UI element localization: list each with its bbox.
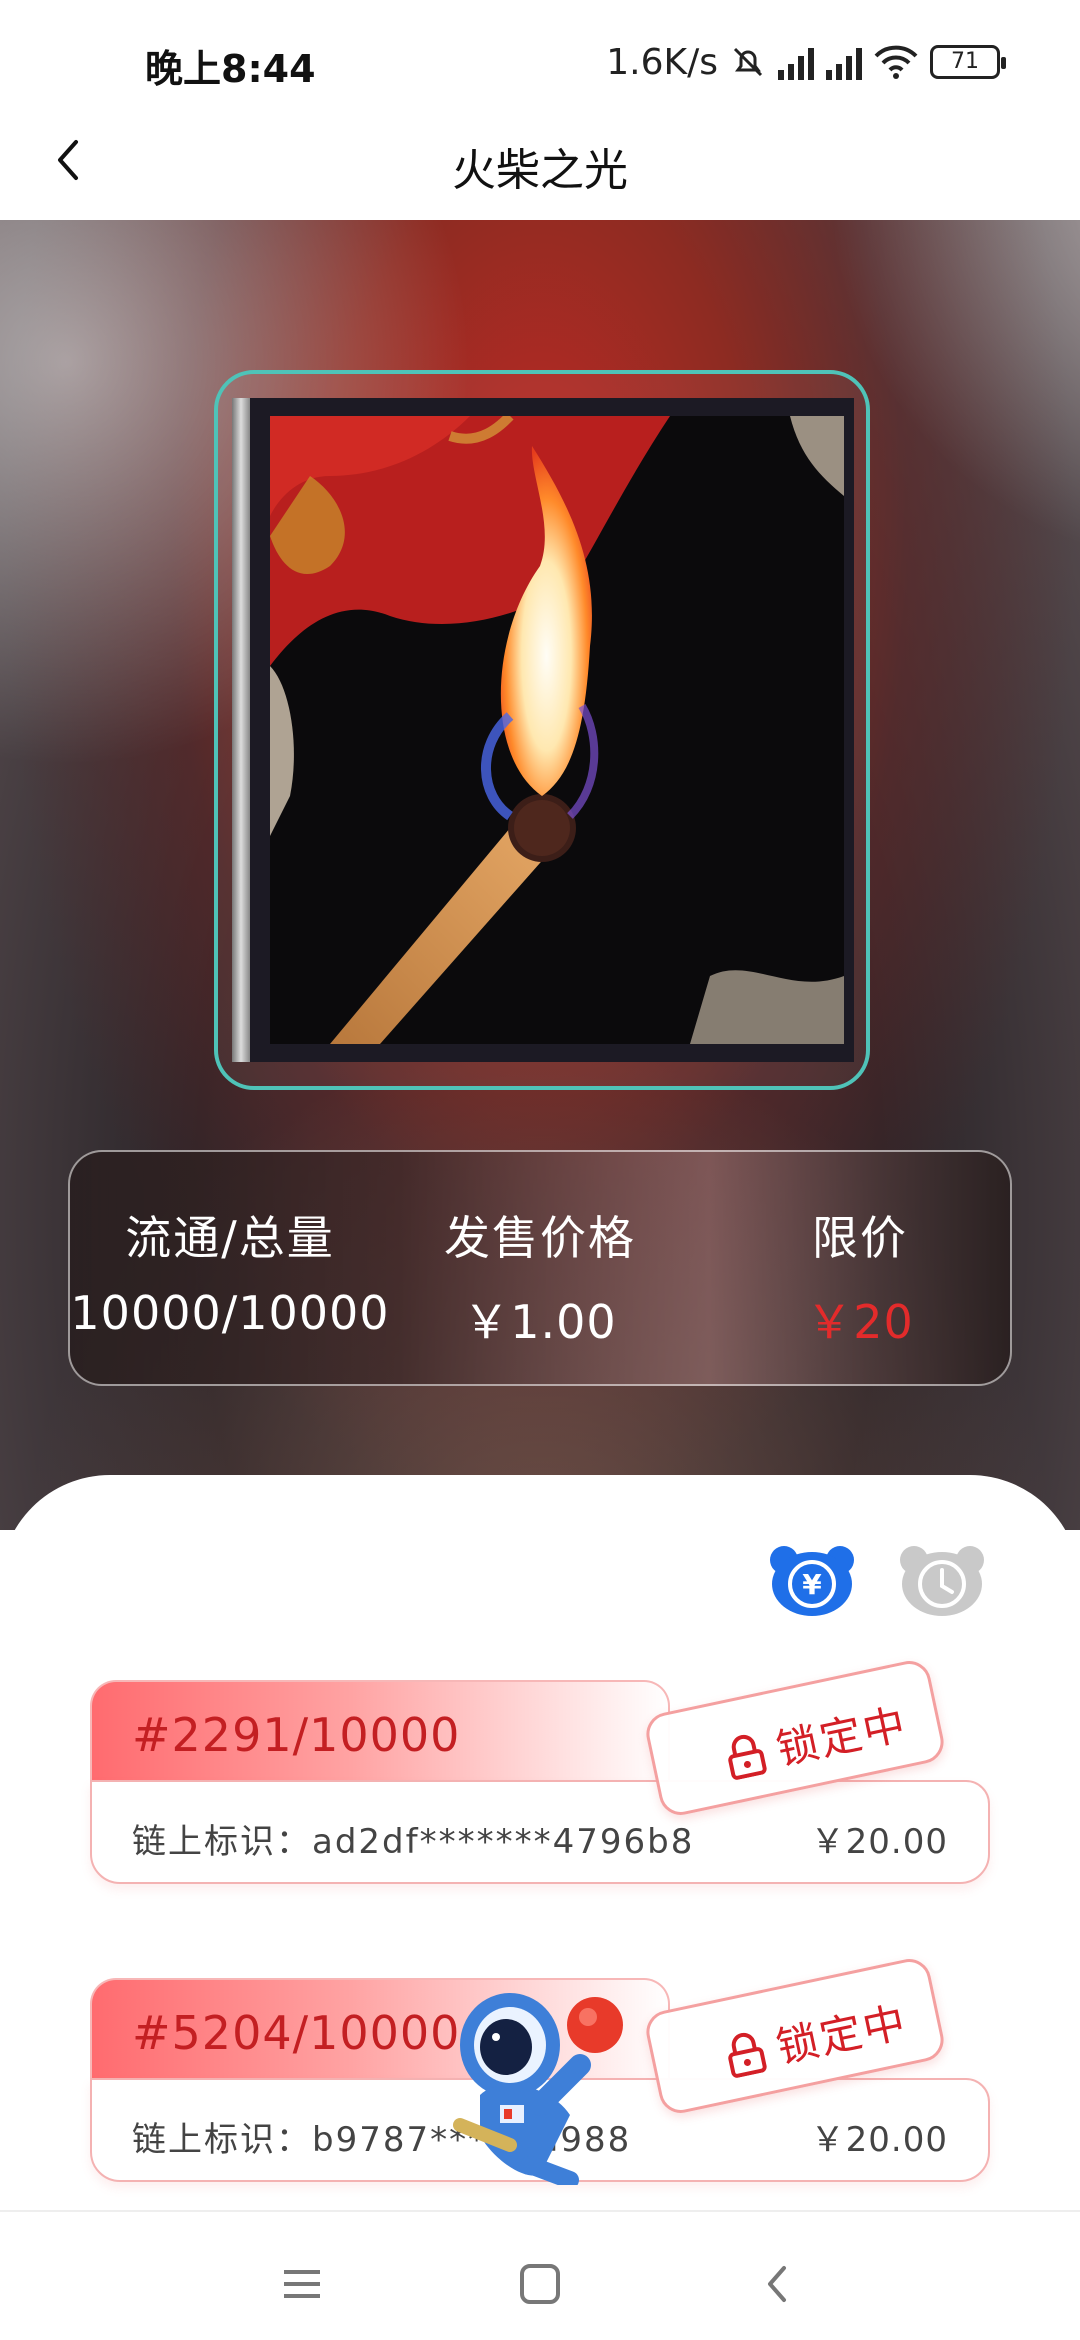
lock-status: 锁定中 (772, 1699, 912, 1775)
item-serial: #2291/10000 (132, 1708, 461, 1762)
signal-icon (778, 44, 814, 80)
price-value: ￥1.00 (463, 1295, 617, 1349)
item-price: ￥20.00 (810, 1822, 948, 1862)
item-price: ￥20.00 (810, 2120, 948, 2160)
status-time: 晚上8:44 (145, 47, 316, 91)
list-item[interactable]: #2291/10000 链上标识：ad2df*******4796b8 ￥20.… (90, 1656, 990, 1890)
item-header: #2291/10000 (90, 1680, 670, 1784)
network-speed: 1.6K/s (606, 41, 718, 83)
stat-limit: 限价 ￥20 (700, 1202, 1020, 1352)
limit-label: 限价 (812, 1211, 908, 1265)
clock-icon[interactable] (896, 1540, 988, 1620)
chain-id: 链上标识：ad2df*******4796b8 (132, 1822, 695, 1862)
home-icon[interactable] (510, 2254, 570, 2314)
lock-icon (728, 1734, 767, 1780)
artwork-canvas (232, 398, 854, 1062)
header: 火柴之光 (0, 100, 1080, 220)
mute-icon (733, 47, 763, 77)
lock-status: 锁定中 (772, 1997, 912, 2073)
astronaut-float-icon[interactable] (440, 1975, 640, 2185)
price-label: 发售价格 (444, 1211, 636, 1265)
item-serial: #5204/10000 (132, 2006, 461, 2060)
artwork-frame[interactable] (214, 370, 870, 1090)
circulation-label: 流通/总量 (125, 1211, 335, 1265)
canvas-edge (232, 398, 250, 1062)
svg-text:¥: ¥ (802, 1568, 822, 1601)
page-title: 火柴之光 (452, 145, 628, 196)
back-nav-icon[interactable] (748, 2254, 808, 2314)
item-body: 链上标识：ad2df*******4796b8 ￥20.00 (90, 1780, 990, 1884)
wifi-icon (874, 45, 918, 79)
stats-panel: 流通/总量 10000/10000 发售价格 ￥1.00 限价 ￥20 (68, 1150, 1012, 1386)
artwork-image (270, 416, 844, 1044)
limit-value: ￥20 (806, 1295, 914, 1349)
hero-backdrop: 流通/总量 10000/10000 发售价格 ￥1.00 限价 ￥20 (0, 220, 1080, 1530)
battery-icon: 71 (930, 45, 1006, 79)
lock-icon (728, 2032, 767, 2078)
system-nav-bar (0, 2210, 1080, 2340)
signal-icon-2 (826, 44, 862, 80)
menu-icon[interactable] (272, 2254, 332, 2314)
status-icons: 1.6K/s 71 (606, 38, 1006, 86)
yen-bear-icon[interactable]: ¥ (766, 1540, 858, 1620)
stat-circulation: 流通/总量 10000/10000 (70, 1202, 390, 1340)
stat-price: 发售价格 ￥1.00 (380, 1202, 700, 1352)
circulation-value: 10000/10000 (70, 1286, 390, 1340)
